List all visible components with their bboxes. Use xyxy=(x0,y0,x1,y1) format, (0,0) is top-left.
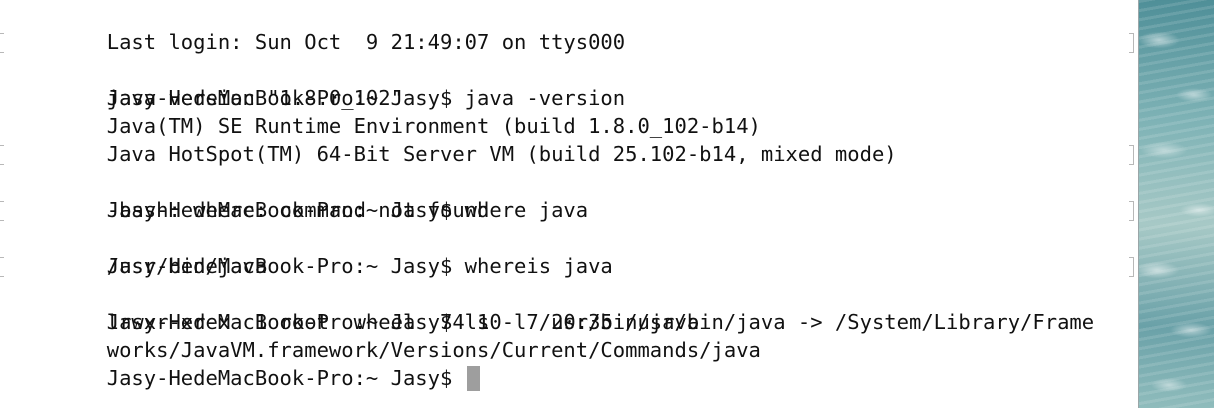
terminal-line-command: Jasy-HedeMacBook-Pro:~ Jasy$ ls -l /usr/… xyxy=(0,252,1138,334)
terminal-line: Last login: Sun Oct 9 21:49:07 on ttys00… xyxy=(0,0,1138,54)
desktop-wallpaper-image xyxy=(1138,0,1214,408)
terminal-prompt-line[interactable]: Jasy-HedeMacBook-Pro:~ Jasy$ xyxy=(0,336,1138,391)
terminal-line: java version "1.8.0_102" xyxy=(0,56,1138,110)
terminal-window[interactable]: Last login: Sun Oct 9 21:49:07 on ttys00… xyxy=(0,0,1138,408)
terminal-line-command: Jasy-HedeMacBook-Pro:~ Jasy$ whereis jav… xyxy=(0,196,1138,278)
text-cursor xyxy=(466,366,480,391)
command-mark-left xyxy=(0,201,4,221)
terminal-line: Java HotSpot(TM) 64-Bit Server VM (build… xyxy=(0,112,1138,166)
screen: Last login: Sun Oct 9 21:49:07 on ttys00… xyxy=(0,0,1214,408)
command-mark-right xyxy=(1129,201,1134,221)
terminal-line: -bash: where: command not found xyxy=(0,168,1138,222)
terminal-output[interactable]: Last login: Sun Oct 9 21:49:07 on ttys00… xyxy=(0,0,1138,391)
command-mark-left xyxy=(0,257,4,277)
shell-prompt: Jasy-HedeMacBook-Pro:~ Jasy$ xyxy=(106,366,465,390)
command-mark-right xyxy=(1129,33,1134,53)
terminal-line: works/JavaVM.framework/Versions/Current/… xyxy=(0,308,1138,362)
terminal-line: Java(TM) SE Runtime Environment (build 1… xyxy=(0,84,1138,138)
terminal-line: /usr/bin/java xyxy=(0,224,1138,278)
command-mark-right xyxy=(1129,145,1134,165)
command-mark-left xyxy=(0,145,4,165)
terminal-line-command: Jasy-HedeMacBook-Pro:~ Jasy$ java -versi… xyxy=(0,28,1138,110)
terminal-line-command: Jasy-HedeMacBook-Pro:~ Jasy$ where java xyxy=(0,140,1138,222)
command-mark-right xyxy=(1129,257,1134,277)
terminal-line: lrwxr-xr-x 1 root wheel 74 10 7 20:35 /u… xyxy=(0,280,1138,334)
command-mark-left xyxy=(0,33,4,53)
